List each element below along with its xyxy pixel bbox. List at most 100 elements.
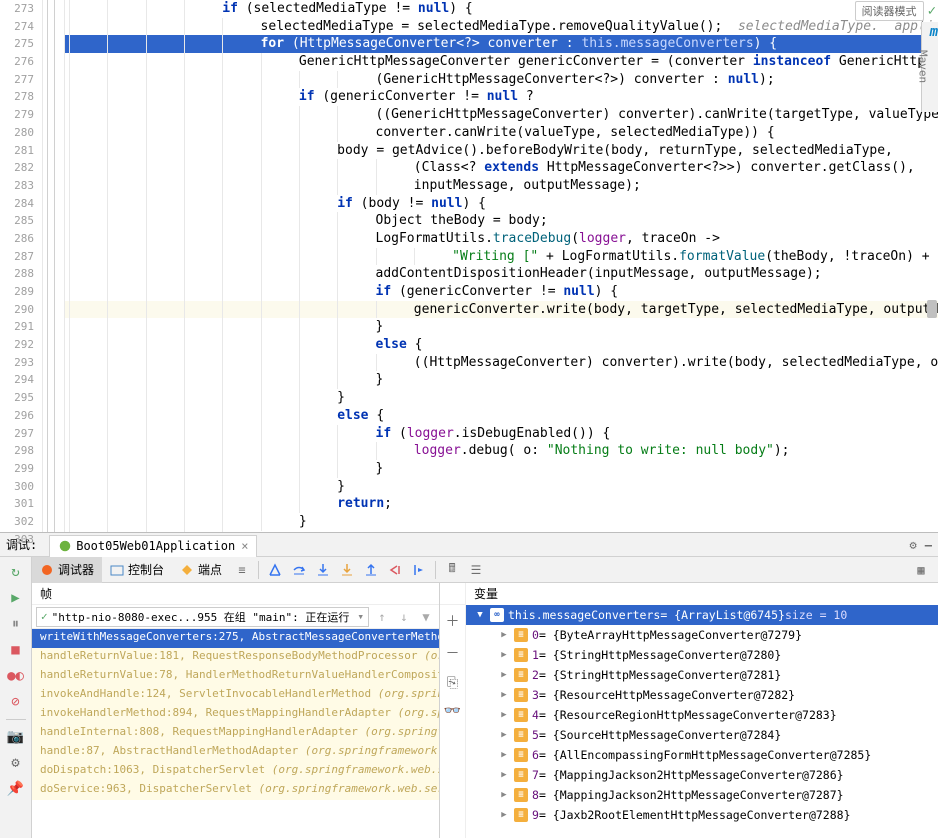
bug-icon: [40, 563, 54, 577]
stack-frame[interactable]: handleInternal:808, RequestMappingHandle…: [32, 724, 439, 743]
code-editor[interactable]: 2732742752762772782792802812822832842852…: [0, 0, 938, 532]
show-execution-point[interactable]: [264, 559, 286, 581]
code-line-302[interactable]: }: [65, 513, 938, 531]
stack-frame[interactable]: handle:87, AbstractHandlerMethodAdapter …: [32, 743, 439, 762]
debug-tool-window: 调试: Boot05Web01Application × ⚙ — ↻ ▶ ⏸ ■…: [0, 532, 938, 838]
variable-item[interactable]: ▶≡6 = {AllEncompassingFormHttpMessageCon…: [466, 745, 938, 765]
code-line-276[interactable]: GenericHttpMessageConverter genericConve…: [65, 53, 938, 71]
code-line-291[interactable]: }: [65, 318, 938, 336]
code-line-290[interactable]: genericConverter.write(body, targetType,…: [65, 301, 938, 319]
close-icon[interactable]: ×: [241, 539, 248, 553]
stack-frame[interactable]: invokeAndHandle:124, ServletInvocableHan…: [32, 686, 439, 705]
view-breakpoints-button[interactable]: ●◐: [4, 664, 28, 688]
code-line-282[interactable]: (Class<? extends HttpMessageConverter<?>…: [65, 159, 938, 177]
debug-run-config-tab[interactable]: Boot05Web01Application ×: [49, 535, 257, 557]
code-line-301[interactable]: return;: [65, 495, 938, 513]
variable-item[interactable]: ▶≡4 = {ResourceRegionHttpMessageConverte…: [466, 705, 938, 725]
variable-item[interactable]: ▶≡5 = {SourceHttpMessageConverter@7284}: [466, 725, 938, 745]
camera-button[interactable]: 📷: [4, 725, 28, 749]
settings-button[interactable]: ⚙: [4, 751, 28, 775]
code-line-286[interactable]: LogFormatUtils.traceDebug(logger, traceO…: [65, 230, 938, 248]
trace-current-stream[interactable]: ☰: [465, 559, 487, 581]
debugger-tab[interactable]: 调试器: [32, 557, 102, 583]
stack-frame[interactable]: invokeHandlerMethod:894, RequestMappingH…: [32, 705, 439, 724]
prev-frame-button[interactable]: ↑: [373, 610, 391, 624]
stack-frame[interactable]: writeWithMessageConverters:275, Abstract…: [32, 629, 439, 648]
code-line-284[interactable]: if (body != null) {: [65, 195, 938, 213]
step-out[interactable]: [360, 559, 382, 581]
layout-settings[interactable]: ▦: [910, 559, 932, 581]
code-line-303[interactable]: }: [65, 531, 938, 532]
pin-button[interactable]: 📌: [4, 777, 28, 801]
code-line-274[interactable]: selectedMediaType = selectedMediaType.re…: [65, 18, 938, 36]
chevron-down-icon: ▾: [357, 610, 364, 623]
code-line-293[interactable]: ((HttpMessageConverter) converter).write…: [65, 354, 938, 372]
code-line-295[interactable]: }: [65, 389, 938, 407]
stack-frame[interactable]: handleReturnValue:78, HandlerMethodRetur…: [32, 667, 439, 686]
stack-frame[interactable]: handleReturnValue:181, RequestResponseBo…: [32, 648, 439, 667]
stop-button[interactable]: ■: [4, 638, 28, 662]
variable-root[interactable]: ▼∞this.messageConverters = {ArrayList@67…: [466, 605, 938, 625]
remove-watch-button[interactable]: －: [446, 643, 460, 663]
pause-button[interactable]: ⏸: [4, 612, 28, 636]
stack-frame[interactable]: doService:963, DispatcherServlet (org.sp…: [32, 781, 439, 800]
minimize-icon[interactable]: —: [925, 538, 932, 552]
variable-item[interactable]: ▶≡3 = {ResourceHttpMessageConverter@7282…: [466, 685, 938, 705]
checkmark-icon[interactable]: ✓: [928, 3, 936, 19]
code-line-285[interactable]: Object theBody = body;: [65, 212, 938, 230]
code-line-296[interactable]: else {: [65, 407, 938, 425]
force-step-into[interactable]: [336, 559, 358, 581]
code-line-281[interactable]: body = getAdvice().beforeBodyWrite(body,…: [65, 142, 938, 160]
code-content[interactable]: if (selectedMediaType != null) { selecte…: [65, 0, 938, 532]
step-into[interactable]: [312, 559, 334, 581]
resume-button[interactable]: ▶: [4, 586, 28, 610]
code-line-273[interactable]: if (selectedMediaType != null) {: [65, 0, 938, 18]
editor-scrollbar[interactable]: [923, 20, 938, 532]
code-line-289[interactable]: if (genericConverter != null) {: [65, 283, 938, 301]
code-line-288[interactable]: addContentDispositionHeader(inputMessage…: [65, 265, 938, 283]
drop-frame[interactable]: [384, 559, 406, 581]
threads-icon[interactable]: ≡: [231, 559, 253, 581]
code-line-297[interactable]: if (logger.isDebugEnabled()) {: [65, 425, 938, 443]
copy-button[interactable]: ⎘: [447, 675, 458, 691]
rerun-button[interactable]: ↻: [4, 560, 28, 584]
gear-icon[interactable]: ⚙: [910, 538, 917, 552]
fold-column[interactable]: [43, 0, 65, 532]
reader-mode-button[interactable]: 阅读器模式: [855, 1, 924, 21]
code-line-294[interactable]: }: [65, 371, 938, 389]
thread-label: "http-nio-8080-exec...955 在组 "main": 正在运…: [52, 609, 350, 625]
variable-item[interactable]: ▶≡9 = {Jaxb2RootElementHttpMessageConver…: [466, 805, 938, 825]
step-over[interactable]: [288, 559, 310, 581]
variable-item[interactable]: ▶≡7 = {MappingJackson2HttpMessageConvert…: [466, 765, 938, 785]
frames-list[interactable]: writeWithMessageConverters:275, Abstract…: [32, 629, 439, 838]
evaluate-expression[interactable]: 🖩: [441, 559, 463, 581]
code-line-278[interactable]: if (genericConverter != null ?: [65, 88, 938, 106]
new-watch-button[interactable]: ＋: [446, 611, 460, 631]
thread-selector[interactable]: ✓ "http-nio-8080-exec...955 在组 "main": 正…: [36, 607, 369, 627]
code-line-300[interactable]: }: [65, 478, 938, 496]
run-to-cursor[interactable]: [408, 559, 430, 581]
glasses-icon[interactable]: 👓: [444, 703, 461, 719]
debug-side-toolbar: ↻ ▶ ⏸ ■ ●◐ ⊘ 📷 ⚙ 📌: [0, 557, 32, 838]
code-line-280[interactable]: converter.canWrite(valueType, selectedMe…: [65, 124, 938, 142]
filter-frames-button[interactable]: ▼: [417, 610, 435, 624]
code-line-279[interactable]: ((GenericHttpMessageConverter) converter…: [65, 106, 938, 124]
code-line-292[interactable]: else {: [65, 336, 938, 354]
mute-breakpoints-button[interactable]: ⊘: [4, 690, 28, 714]
variable-item[interactable]: ▶≡2 = {StringHttpMessageConverter@7281}: [466, 665, 938, 685]
variable-item[interactable]: ▶≡8 = {MappingJackson2HttpMessageConvert…: [466, 785, 938, 805]
code-line-283[interactable]: inputMessage, outputMessage);: [65, 177, 938, 195]
next-frame-button[interactable]: ↓: [395, 610, 413, 624]
stack-frame[interactable]: doDispatch:1063, DispatcherServlet (org.…: [32, 762, 439, 781]
variable-item[interactable]: ▶≡1 = {StringHttpMessageConverter@7280}: [466, 645, 938, 665]
code-line-299[interactable]: }: [65, 460, 938, 478]
breakpoints-tab[interactable]: 端点: [172, 557, 230, 583]
variables-tree[interactable]: ▼∞this.messageConverters = {ArrayList@67…: [466, 605, 938, 838]
console-tab[interactable]: 控制台: [102, 557, 172, 583]
variable-item[interactable]: ▶≡0 = {ByteArrayHttpMessageConverter@727…: [466, 625, 938, 645]
code-line-287[interactable]: "Writing [" + LogFormatUtils.formatValue…: [65, 248, 938, 266]
code-line-298[interactable]: logger.debug( o: "Nothing to write: null…: [65, 442, 938, 460]
code-line-275[interactable]: for (HttpMessageConverter<?> converter :…: [65, 35, 938, 53]
vars-side-toolbar: ＋ － ⎘ 👓: [440, 605, 466, 838]
code-line-277[interactable]: (GenericHttpMessageConverter<?>) convert…: [65, 71, 938, 89]
